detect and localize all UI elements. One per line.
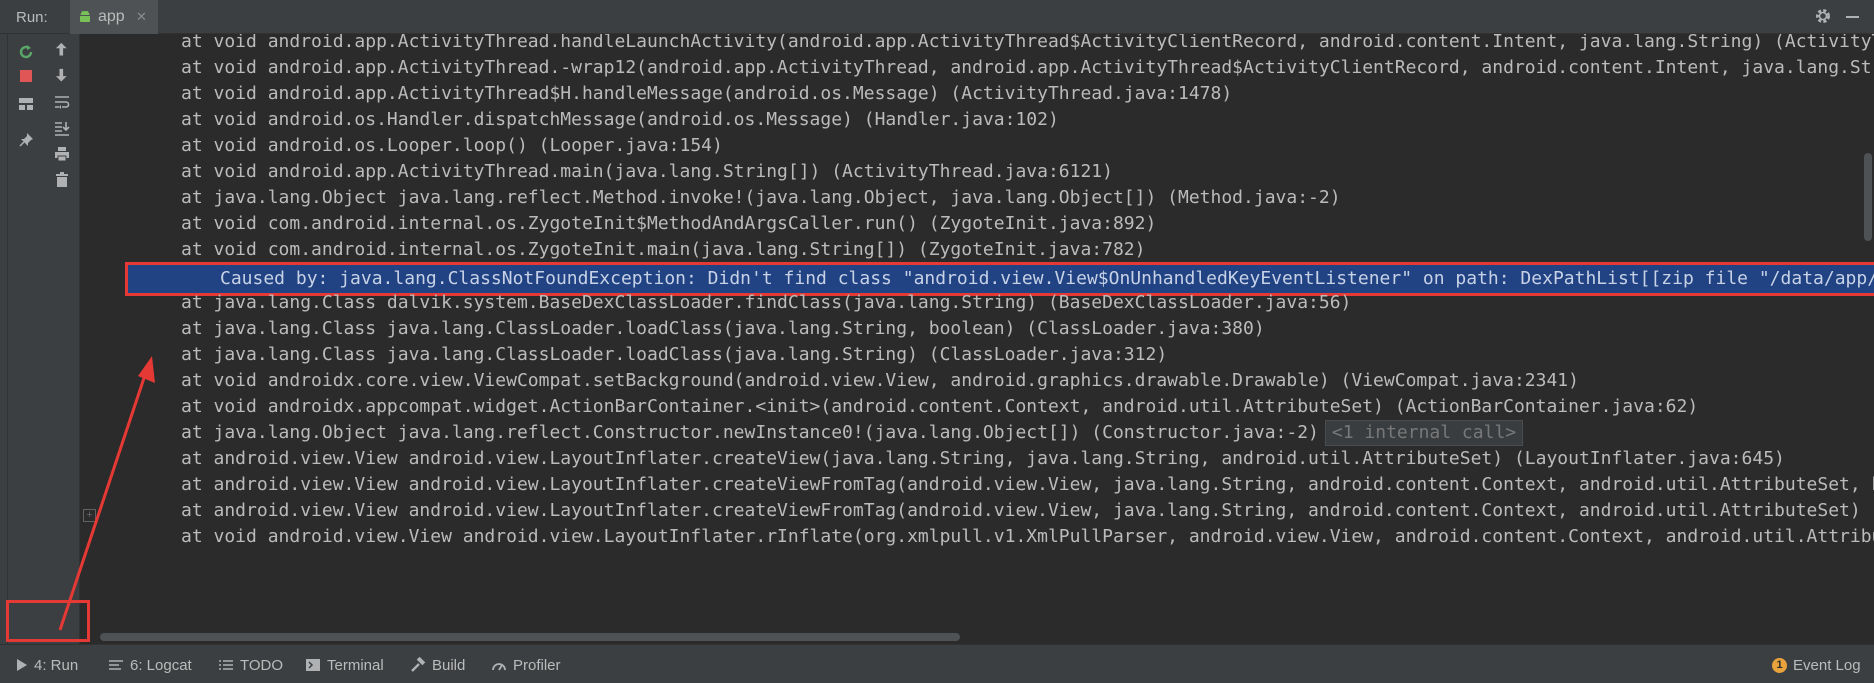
run-label: Run: [16, 9, 48, 26]
stack-line: at java.lang.Class java.lang.ClassLoader… [181, 344, 1168, 365]
play-icon [17, 659, 27, 671]
stack-line: at void android.os.Handler.dispatchMessa… [181, 109, 1059, 130]
stack-line: at android.view.View android.view.Layout… [181, 448, 1785, 469]
stack-line: at void androidx.core.view.ViewCompat.se… [181, 370, 1579, 391]
logcat-tool-label: 6: Logcat [130, 656, 192, 674]
stack-line: at java.lang.Class java.lang.ClassLoader… [181, 318, 1265, 339]
internal-call-fold[interactable]: <1 internal call> [1324, 420, 1524, 446]
stack-line: at void android.view.View android.view.L… [181, 526, 1874, 547]
profiler-tool-label: Profiler [513, 656, 561, 674]
close-icon[interactable]: ✕ [136, 9, 147, 25]
stack-line: at android.view.View android.view.Layout… [181, 474, 1874, 495]
stack-line: at void android.app.ActivityThread.handl… [181, 34, 1874, 52]
highlight-box-run [6, 600, 90, 642]
terminal-icon [306, 659, 320, 671]
stack-line: at void android.app.ActivityThread.-wrap… [181, 57, 1874, 78]
stack-line: at void android.app.ActivityThread.main(… [181, 161, 1113, 182]
event-log-tool-button[interactable]: 1 Event Log [1772, 655, 1861, 675]
stack-line: at void android.app.ActivityThread$H.han… [181, 83, 1233, 104]
run-toolbar-primary [8, 34, 44, 644]
stack-line: at java.lang.Class dalvik.system.BaseDex… [181, 292, 1352, 313]
event-log-tool-label: Event Log [1793, 656, 1861, 674]
layout-icon[interactable] [14, 92, 38, 116]
logcat-icon [109, 660, 123, 670]
android-icon [80, 10, 90, 22]
stack-line: at void androidx.appcompat.widget.Action… [181, 396, 1699, 417]
stack-line: at void com.android.internal.os.ZygoteIn… [181, 239, 1146, 260]
down-arrow-icon[interactable] [50, 64, 74, 88]
event-log-badge-icon: 1 [1772, 657, 1787, 673]
build-tool-button[interactable]: Build [410, 655, 465, 675]
tab-app-label: app [98, 8, 125, 25]
run-tool-label: 4: Run [34, 656, 79, 674]
scroll-to-end-icon[interactable] [50, 116, 74, 140]
soft-wrap-icon[interactable] [50, 90, 74, 114]
console-output[interactable]: at void android.app.ActivityThread.handl… [80, 34, 1874, 644]
build-tool-label: Build [432, 656, 466, 674]
stack-line: at java.lang.Object java.lang.reflect.Me… [181, 187, 1341, 208]
run-tool-button[interactable]: 4: Run [16, 655, 78, 675]
logcat-tool-button[interactable]: 6: Logcat [108, 655, 192, 675]
stack-line-text: at java.lang.Object java.lang.reflect.Co… [181, 422, 1319, 443]
stack-line: at void android.os.Looper.loop() (Looper… [181, 135, 723, 156]
expand-fold-icon[interactable]: + [83, 509, 96, 522]
stop-icon[interactable] [14, 64, 38, 88]
run-toolbar-secondary [44, 34, 80, 644]
profiler-tool-button[interactable]: Profiler [491, 655, 561, 675]
run-tool-window-header: Run: app ✕ [0, 0, 1874, 34]
stack-line: at java.lang.Object java.lang.reflect.Co… [80, 420, 1524, 446]
caused-by-line-highlighted[interactable]: Caused by: java.lang.ClassNotFoundExcept… [125, 262, 1874, 296]
trash-icon[interactable] [50, 168, 74, 192]
hammer-icon [411, 657, 426, 672]
up-arrow-icon[interactable] [50, 38, 74, 62]
stack-line: at android.view.View android.view.Layout… [181, 500, 1874, 521]
pin-icon[interactable] [14, 128, 38, 152]
horizontal-scrollbar[interactable] [100, 633, 960, 641]
profiler-icon [492, 663, 506, 671]
vertical-scrollbar[interactable] [1864, 153, 1872, 241]
minimize-icon[interactable] [1846, 16, 1859, 18]
tab-app[interactable]: app ✕ [70, 0, 158, 34]
left-gutter [0, 34, 8, 644]
stack-line: at void com.android.internal.os.ZygoteIn… [181, 213, 1157, 234]
todo-tool-label: TODO [240, 656, 284, 674]
print-icon[interactable] [50, 142, 74, 166]
terminal-tool-button[interactable]: Terminal [305, 655, 384, 675]
gear-icon[interactable] [1814, 7, 1832, 25]
tool-window-bar: 4: Run 6: Logcat TODO Terminal Build Pro… [0, 600, 1874, 683]
terminal-tool-label: Terminal [327, 656, 384, 674]
todo-tool-button[interactable]: TODO [218, 655, 283, 675]
rerun-icon[interactable] [14, 40, 38, 64]
todo-icon [219, 660, 233, 670]
